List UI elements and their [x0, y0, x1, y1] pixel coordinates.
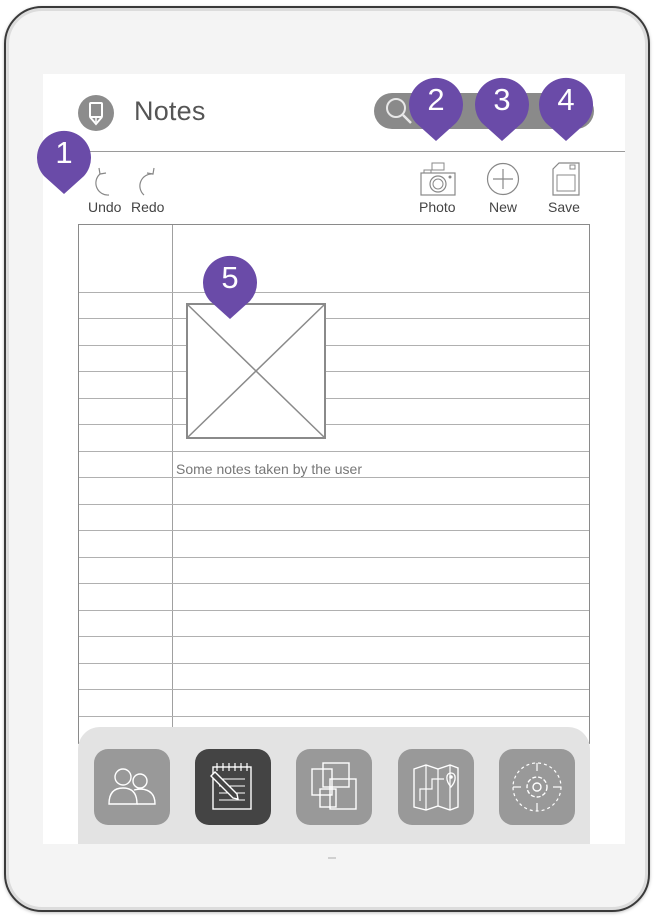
undo-icon: [95, 167, 110, 196]
bottom-dock: [78, 727, 590, 844]
note-paper[interactable]: Some notes taken by the user: [78, 224, 590, 744]
paper-line: [79, 345, 589, 346]
notes-app-icon: [78, 95, 114, 131]
paper-line: [79, 504, 589, 505]
paper-line: [79, 530, 589, 531]
photo-button[interactable]: [419, 161, 457, 202]
annotation-marker-1: 1: [35, 130, 93, 196]
dock-contacts-button[interactable]: [94, 749, 170, 825]
map-icon: [413, 764, 459, 811]
save-button[interactable]: [551, 161, 581, 202]
contacts-icon: [108, 768, 156, 805]
paper-line: [79, 398, 589, 399]
dock-gallery-button[interactable]: [296, 749, 372, 825]
paper-line: [79, 477, 589, 478]
dock-settings-button[interactable]: [499, 749, 575, 825]
settings-icon: [512, 762, 562, 812]
plus-circle-icon: [486, 162, 520, 196]
camera-icon: [420, 162, 456, 196]
paper-line: [79, 318, 589, 319]
paper-line: [79, 557, 589, 558]
paper-line: [79, 583, 589, 584]
gallery-icon: [311, 762, 357, 810]
paper-line: [79, 451, 589, 452]
app-title: Notes: [134, 96, 206, 126]
note-text[interactable]: Some notes taken by the user: [176, 461, 362, 477]
annotation-marker-4: 4: [537, 77, 595, 143]
redo-label[interactable]: Redo: [131, 199, 164, 215]
paper-line: [79, 663, 589, 664]
dock-map-button[interactable]: [398, 749, 474, 825]
paper-line: [79, 424, 589, 425]
paper-line: [79, 636, 589, 637]
redo-icon: [139, 167, 155, 196]
annotation-marker-2: 2: [407, 77, 465, 143]
undo-button[interactable]: [91, 164, 117, 203]
image-placeholder[interactable]: [186, 303, 326, 444]
new-button[interactable]: [486, 162, 520, 201]
save-label[interactable]: Save: [548, 199, 580, 215]
save-card-icon: [552, 162, 580, 196]
new-label[interactable]: New: [489, 199, 517, 215]
paper-margin-line: [172, 225, 173, 744]
notepad-icon: [210, 763, 252, 810]
marker-number: 3: [493, 82, 511, 117]
photo-label[interactable]: Photo: [419, 199, 456, 215]
paper-line: [79, 689, 589, 690]
app-screen: Notes Undo Redo Photo New Save Some note…: [43, 74, 625, 844]
marker-number: 4: [557, 82, 575, 117]
paper-line: [79, 716, 589, 717]
marker-number: 1: [55, 135, 73, 170]
dock-notes-button[interactable]: [195, 749, 271, 825]
redo-button[interactable]: [138, 164, 164, 203]
paper-line: [79, 292, 589, 293]
undo-label[interactable]: Undo: [88, 199, 121, 215]
paper-line: [79, 371, 589, 372]
annotation-marker-3: 3: [473, 77, 531, 143]
paper-line: [79, 610, 589, 611]
marker-number: 5: [221, 260, 239, 295]
marker-number: 2: [427, 82, 445, 117]
home-indicator: [328, 857, 336, 859]
annotation-marker-5: 5: [201, 255, 259, 321]
